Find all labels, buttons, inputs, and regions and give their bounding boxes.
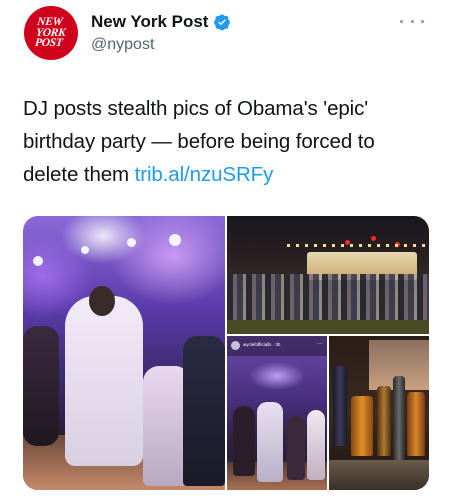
stage-light — [169, 234, 181, 246]
bottle — [377, 386, 391, 456]
verified-icon — [214, 14, 231, 31]
stage-light — [127, 238, 136, 247]
lawn — [227, 320, 429, 334]
bottle — [393, 376, 405, 460]
tweet: NEW YORK POST New York Post @nypost DJ p… — [0, 0, 450, 500]
bottle — [407, 392, 425, 456]
tweet-link[interactable]: trib.al/nzuSRFy — [135, 163, 274, 186]
guest-figure — [183, 336, 225, 486]
main-figure — [257, 402, 283, 482]
bottle — [333, 366, 347, 446]
stage-light — [33, 256, 43, 266]
guest-figure — [23, 326, 59, 446]
handle[interactable]: @nypost — [91, 36, 154, 54]
bar-counter — [329, 460, 429, 490]
display-name[interactable]: New York Post — [91, 12, 208, 32]
media-grid: wyclefofficialls · 3h ··· — [23, 216, 429, 490]
crowd — [227, 274, 429, 322]
guest-figure — [307, 410, 325, 480]
avatar-logo-line-3: POST — [34, 37, 64, 50]
display-name-row: New York Post — [91, 12, 231, 32]
guest-figure — [233, 406, 255, 476]
story-username: wyclefofficialls · 3h — [243, 342, 281, 347]
guest-figure — [287, 416, 305, 480]
stage-light — [81, 246, 89, 254]
photo-dance-floor[interactable] — [23, 216, 225, 490]
photo-instagram-story[interactable]: wyclefofficialls · 3h ··· — [227, 336, 327, 490]
more-icon[interactable] — [400, 14, 424, 28]
story-avatar — [231, 341, 240, 350]
bottle — [351, 396, 373, 456]
photo-bar-bottles[interactable] — [329, 336, 429, 490]
nypost-logo: NEW YORK POST — [34, 16, 68, 50]
main-figure-head — [89, 286, 115, 316]
red-light — [371, 236, 376, 241]
photo-outdoor-party[interactable] — [227, 216, 429, 334]
string-lights — [287, 244, 427, 247]
main-figure — [65, 296, 143, 466]
tweet-text: DJ posts stealth pics of Obama's 'epic' … — [23, 92, 433, 191]
avatar[interactable]: NEW YORK POST — [24, 6, 78, 60]
story-menu-icon: ··· — [317, 341, 323, 347]
